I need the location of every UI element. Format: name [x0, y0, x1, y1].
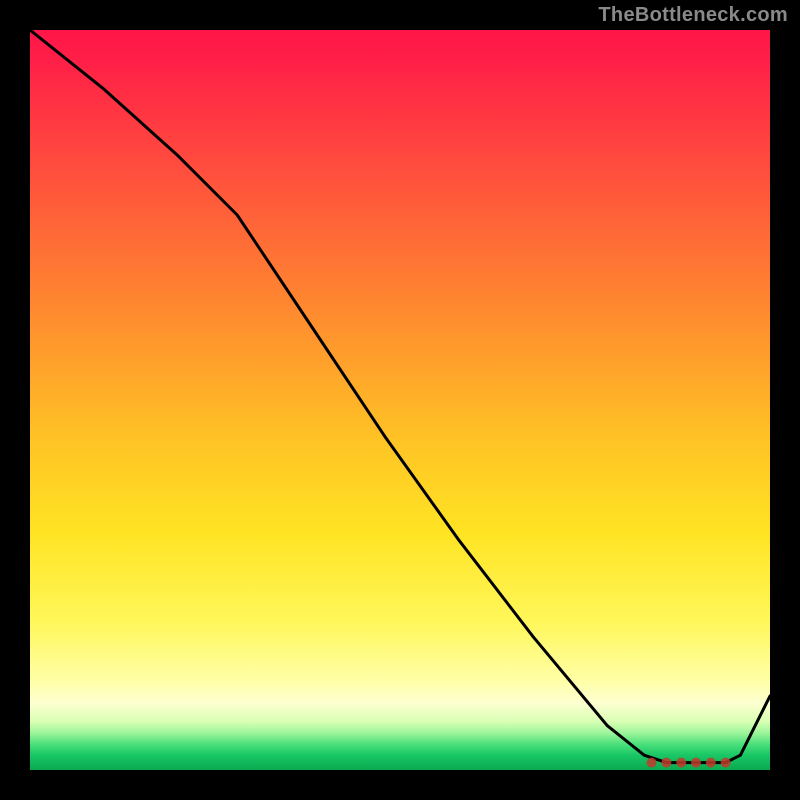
- watermark-label: TheBottleneck.com: [598, 4, 788, 27]
- chart-svg: [30, 30, 770, 770]
- curve-line: [30, 30, 770, 763]
- plot-area: [30, 30, 770, 770]
- chart-frame: TheBottleneck.com: [0, 0, 800, 800]
